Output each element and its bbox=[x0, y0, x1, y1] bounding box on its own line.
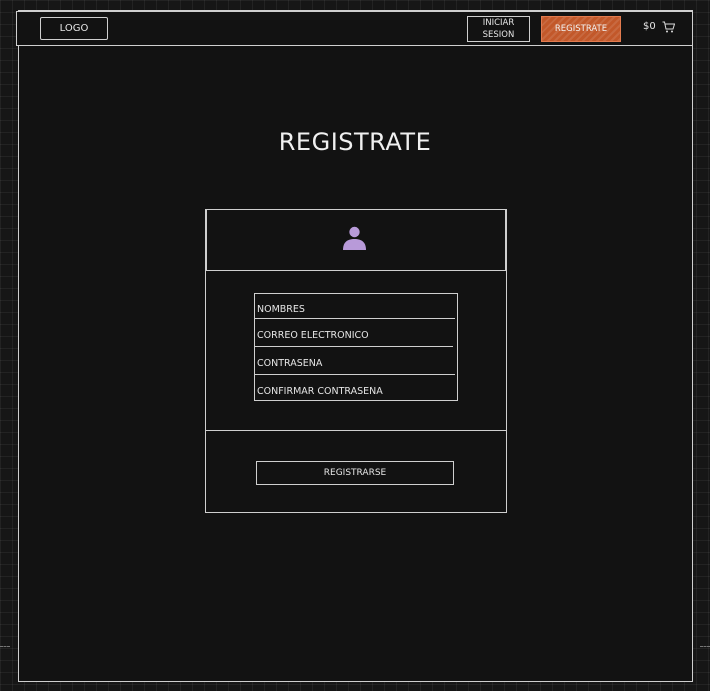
register-submit-button[interactable]: REGISTRARSE bbox=[256, 461, 454, 485]
register-nav-button[interactable]: REGISTRATE bbox=[541, 16, 621, 42]
page-title: REGISTRATE bbox=[278, 128, 432, 156]
edge-dash bbox=[700, 646, 710, 647]
name-field[interactable] bbox=[255, 293, 455, 319]
login-button[interactable]: INICIAR SESION bbox=[467, 16, 530, 42]
logo[interactable]: LOGO bbox=[40, 17, 108, 40]
cart-amount: $0 bbox=[643, 21, 656, 32]
edge-dash bbox=[0, 646, 10, 647]
email-field[interactable] bbox=[255, 319, 455, 345]
user-avatar-icon bbox=[343, 226, 366, 250]
password-field[interactable] bbox=[255, 347, 455, 373]
card-divider bbox=[206, 430, 506, 431]
confirm-password-field[interactable] bbox=[255, 375, 455, 401]
shopping-cart-icon[interactable] bbox=[662, 21, 675, 33]
